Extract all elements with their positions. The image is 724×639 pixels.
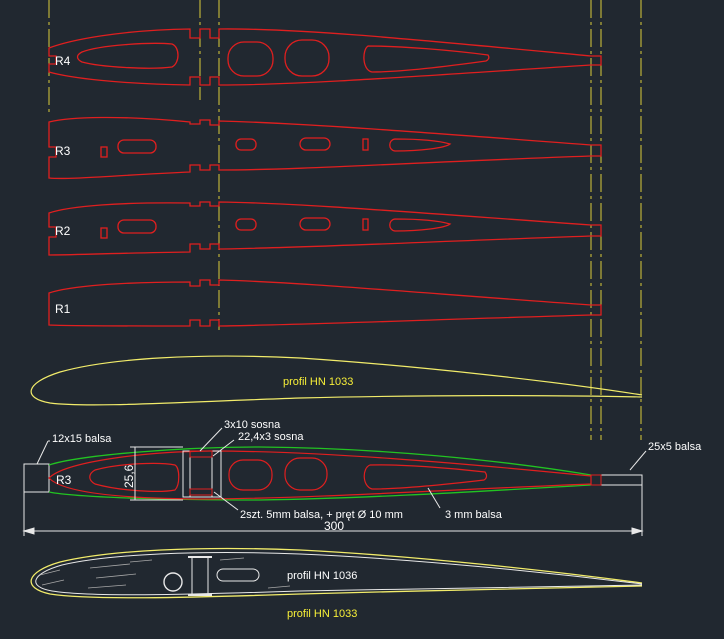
spar-section (191, 556, 209, 596)
trailing-edge-strip (590, 474, 643, 486)
wing-rib-drawing: R4 R3 R2 R1 profil HN 1033 25,6 300 R3 1… (22, 0, 702, 620)
assembly-hole-2 (228, 459, 273, 491)
assembly: 25,6 300 R3 12x15 balsa 3x10 sosna 22,4x… (22, 419, 702, 536)
hatching (39, 557, 291, 589)
rib-r2-hole-3 (299, 217, 331, 231)
rib-r2-slot-1 (100, 227, 108, 239)
profile-hn1036-label: profil HN 1036 (287, 570, 357, 582)
rib-r4 (48, 28, 602, 86)
rib-r3-outline (48, 116, 602, 180)
assembly-hole-3 (284, 457, 328, 491)
spar-cap-bottom (189, 488, 213, 496)
rib-r4-hole-2 (227, 41, 274, 77)
trailing-edge-slot (590, 474, 602, 486)
rib-r3-hole-4 (389, 138, 452, 152)
rib-r4-hole-3 (284, 39, 330, 77)
callout-spar-bottom: 2szt. 5mm balsa, + pręt Ø 10 mm (240, 509, 403, 521)
callout-leading-edge: 12x15 balsa (52, 433, 112, 445)
rib-r2 (48, 201, 602, 256)
rib-r2-hole-1 (117, 219, 157, 234)
leading-edge-block (23, 463, 50, 493)
spar-box (182, 450, 222, 498)
rib-r1-label: R1 (55, 302, 71, 316)
callout-spar-top: 3x10 sosna (224, 419, 281, 431)
callout-trailing-edge: 25x5 balsa (648, 441, 702, 453)
callout-spar-web: 22,4x3 sosna (238, 431, 304, 443)
rib-r2-label: R2 (55, 224, 71, 238)
assembly-hole-4 (363, 464, 488, 490)
rib-r3-slot-1 (100, 146, 108, 158)
profile-hn1033-top-label: profil HN 1033 (283, 376, 353, 388)
rib-r3-slot-2 (362, 138, 369, 151)
rib-r4-label: R4 (55, 54, 71, 68)
spar-rod (163, 572, 183, 592)
callout-sheeting: 3 mm balsa (445, 509, 503, 521)
height-dimension-text: 25,6 (122, 464, 136, 488)
rib-r3-hole-2 (235, 138, 257, 151)
rib-r4-outline (48, 28, 602, 86)
rib-r3-hole-3 (299, 137, 331, 151)
rib-r4-hole-4 (363, 45, 490, 73)
spar-assembly (182, 450, 222, 498)
profile-hn1033-bottom-label: profil HN 1033 (287, 608, 357, 620)
rib-r4-hole-1 (76, 42, 179, 69)
lightening-slot (216, 568, 260, 582)
rib-r2-slot-2 (362, 218, 369, 231)
rib-r3-hole-1 (117, 139, 157, 154)
rib-r2-hole-4 (389, 218, 452, 232)
rib-r2-outline (48, 201, 602, 256)
rib-r3-label: R3 (55, 144, 71, 158)
rib-r1 (48, 279, 602, 327)
rib-r3 (48, 116, 602, 180)
assembly-rib-label: R3 (56, 473, 72, 487)
rib-r2-hole-2 (235, 218, 257, 231)
chord-dimension-text: 300 (324, 519, 344, 533)
rib-r1-outline (48, 279, 602, 327)
